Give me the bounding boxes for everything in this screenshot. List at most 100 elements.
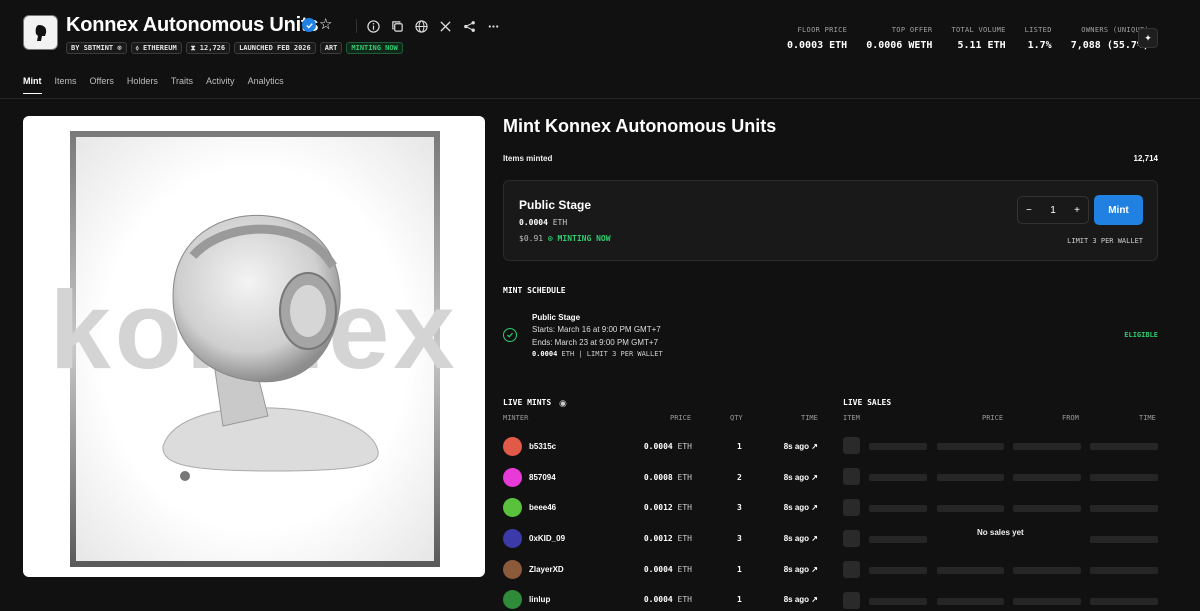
tab-analytics[interactable]: Analytics [248,76,284,94]
globe-icon[interactable] [409,17,433,35]
sales-skeleton-row [843,561,1158,579]
sales-skeleton-row [843,592,1158,610]
public-stage-card: Public Stage 0.0004 ETH $0.91 ⊙ MINTING … [503,180,1158,261]
price-value: 0.0012 [643,503,673,512]
mint-time-link[interactable]: 8s ago ↗ [784,473,818,482]
chain-tag: ⬨ ETHEREUM [130,42,182,54]
mint-time-link[interactable]: 8s ago ↗ [784,442,818,451]
collection-tags: BY SBTMINT ⊙ ⬨ ETHEREUM ⧗ 12,726 LAUNCHE… [66,42,403,54]
info-icon[interactable] [361,17,385,35]
col-time: TIME [801,414,818,422]
avatar [503,529,522,548]
mint-time-link[interactable]: 8s ago ↗ [784,595,818,604]
decrement-button[interactable]: − [1026,205,1032,216]
live-mint-row[interactable]: b5315c 0.0004 ETH 1 8s ago ↗ [503,437,818,457]
tab-traits[interactable]: Traits [171,76,193,94]
star-icon[interactable]: ☆ [319,15,332,33]
tab-mint[interactable]: Mint [23,76,42,94]
schedule-end: Ends: March 23 at 9:00 PM GMT+7 [532,338,659,347]
quantity-value[interactable]: 1 [1050,205,1056,216]
stat-floor-price: FLOOR PRICE 0.0003 ETH [787,26,847,51]
mint-price: 0.0012 ETH [644,503,692,512]
minter-name[interactable]: 0xKID_09 [529,534,565,543]
mint-price: 0.0004 ETH [644,565,692,574]
sparkle-icon[interactable]: ✦ [1138,28,1158,48]
collection-logo[interactable] [23,15,58,50]
tab-items[interactable]: Items [55,76,77,94]
mint-price: 0.0004 ETH [644,442,692,451]
header-actions [352,17,505,35]
mint-time-link[interactable]: 8s ago ↗ [784,534,818,543]
price-unit: ETH [677,473,692,482]
robot-head-icon [35,24,46,41]
tab-offers[interactable]: Offers [90,76,114,94]
mint-schedule-title: MINT SCHEDULE [503,286,566,295]
avatar [503,498,522,517]
stat-total-volume: TOTAL VOLUME 5.11 ETH [951,26,1005,51]
mint-qty: 1 [737,595,742,604]
x-icon[interactable] [433,17,457,35]
share-icon[interactable] [457,17,481,35]
supply-tag: ⧗ 12,726 [185,42,231,54]
minter-name[interactable]: linlup [529,595,550,604]
stage-status-icon [503,328,517,342]
minter-name[interactable]: 857094 [529,473,556,482]
price-value: 0.0012 [643,534,673,543]
stat-value: 1.7% [1027,40,1052,51]
eye-icon[interactable]: ◉ [559,398,567,409]
minter-name[interactable]: b5315c [529,442,556,451]
price-value: 0.0008 [643,473,673,482]
stat-value: 5.11 ETH [957,40,1006,51]
collection-artwork: konnex [23,116,485,577]
live-mint-row[interactable]: 0xKID_09 0.0012 ETH 3 8s ago ↗ [503,529,818,549]
mint-price: 0.0008 ETH [644,473,692,482]
live-mints-title: LIVE MINTS [503,398,552,407]
stage-price-value: 0.0004 [519,218,548,227]
collection-tabs: Mint Items Offers Holders Traits Activit… [23,76,284,94]
copy-icon[interactable] [385,17,409,35]
live-mint-row[interactable]: 857094 0.0008 ETH 2 8s ago ↗ [503,468,818,488]
tab-activity[interactable]: Activity [206,76,235,94]
price-unit: ETH [677,534,692,543]
stat-label: LISTED [1024,26,1052,34]
schedule-start: Starts: March 16 at 9:00 PM GMT+7 [532,325,661,334]
price-unit: ETH [677,565,692,574]
sales-skeleton-row [843,499,1158,517]
price-unit: ETH [677,442,692,451]
minter-name[interactable]: ZlayerXD [529,565,564,574]
increment-button[interactable]: + [1074,205,1080,216]
stage-name: Public Stage [519,198,592,212]
stat-top-offer: TOP OFFER 0.0006 WETH [866,26,932,51]
schedule-stage-name: Public Stage [532,313,581,322]
avatar [503,437,522,456]
schedule-price: 0.0004 [532,350,558,358]
sales-skeleton-row [843,437,1158,455]
col-price: PRICE [670,414,692,422]
live-mint-row[interactable]: beee46 0.0012 ETH 3 8s ago ↗ [503,498,818,518]
mint-qty: 1 [737,565,742,574]
mint-time-link[interactable]: 8s ago ↗ [784,565,818,574]
verified-badge-icon [302,18,316,32]
mint-time-link[interactable]: 8s ago ↗ [784,503,818,512]
price-value: 0.0004 [643,442,673,451]
items-minted-label: Items minted [503,154,553,163]
col-minter: MINTER [503,414,529,422]
col-time: TIME [1139,414,1156,422]
creator-tag[interactable]: BY SBTMINT ⊙ [66,42,127,54]
mint-button[interactable]: Mint [1094,195,1143,225]
more-icon[interactable] [481,17,505,35]
category-tag: ART [319,42,343,54]
collection-header: Konnex Autonomous Units ☆ BY SBTMINT ⊙ ⬨… [0,0,1200,64]
live-mint-row[interactable]: ZlayerXD 0.0004 ETH 1 8s ago ↗ [503,560,818,580]
live-mint-row[interactable]: linlup 0.0004 ETH 1 8s ago ↗ [503,590,818,610]
divider [356,19,357,33]
wallet-limit: LIMIT 3 PER WALLET [1067,237,1143,245]
tab-holders[interactable]: Holders [127,76,158,94]
quantity-stepper: − 1 + [1017,196,1089,224]
avatar [503,560,522,579]
collection-stats: FLOOR PRICE 0.0003 ETH TOP OFFER 0.0006 … [768,26,1149,51]
mint-qty: 2 [737,473,742,482]
stage-price: 0.0004 ETH [519,218,567,227]
minter-name[interactable]: beee46 [529,503,556,512]
stat-listed: LISTED 1.7% [1025,26,1052,51]
